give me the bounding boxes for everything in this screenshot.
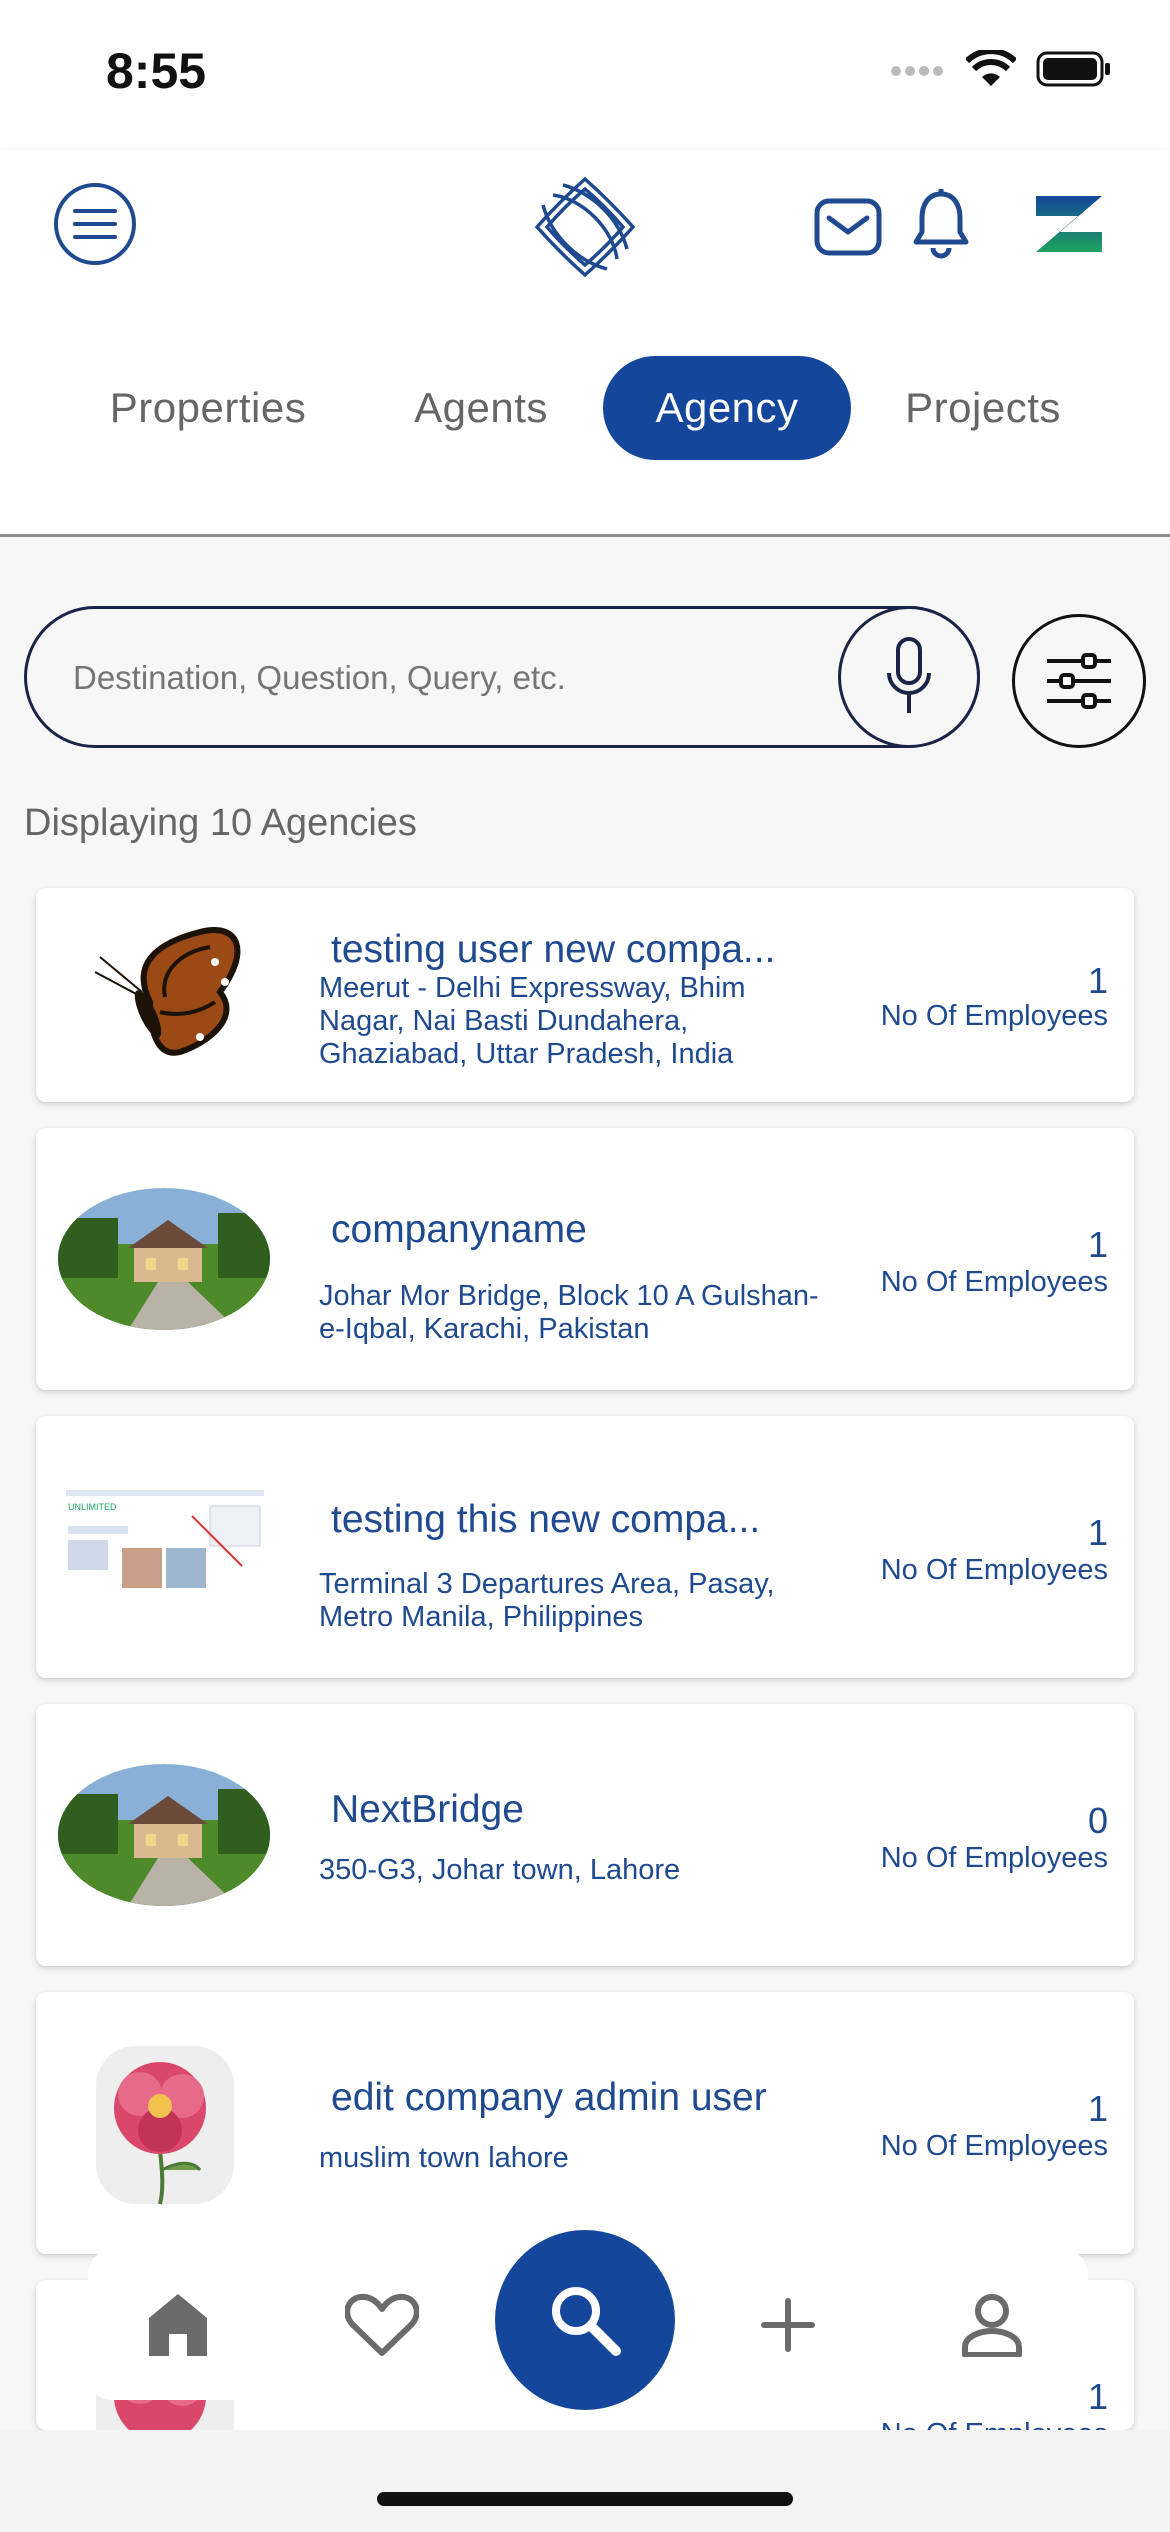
tab-agency[interactable]: Agency (603, 356, 851, 460)
menu-button[interactable] (54, 183, 136, 265)
search-bar (24, 606, 980, 748)
employee-count-label: No Of Employees (881, 2418, 1108, 2430)
agency-name: companyname (331, 1208, 587, 1251)
employee-count-label: No Of Employees (880, 1842, 1108, 1874)
mail-icon[interactable] (814, 198, 882, 256)
agency-logo-flower (96, 2046, 234, 2205)
agency-card[interactable]: NextBridge 350-G3, Johar town, Lahore 0 … (36, 1704, 1134, 1966)
agency-card[interactable]: companyname Johar Mor Bridge, Block 10 A… (36, 1128, 1134, 1390)
employee-count: 1 (1087, 2376, 1108, 2417)
agency-name: NextBridge (331, 1788, 524, 1831)
heart-icon (345, 2293, 419, 2356)
search-input[interactable] (71, 609, 835, 747)
agency-name: testing user new compa... (331, 928, 776, 971)
employee-count: 1 (1087, 1512, 1108, 1553)
bell-icon[interactable] (912, 188, 970, 260)
tab-projects[interactable]: Projects (890, 356, 1076, 460)
hamburger-icon (73, 209, 117, 239)
nav-home[interactable] (118, 2250, 238, 2400)
svg-text:UNLIMITED: UNLIMITED (68, 1502, 117, 1512)
agency-logo-house (58, 1764, 270, 1906)
agency-address: Johar Mor Bridge, Block 10 A Gulshan-e-I… (319, 1280, 819, 1345)
voice-search-button[interactable] (838, 606, 980, 748)
employee-count: 0 (1087, 1800, 1108, 1841)
filter-button[interactable] (1012, 614, 1146, 748)
agency-name: testing this new compa... (331, 1498, 761, 1541)
agency-address: Meerut - Delhi Expressway, Bhim Nagar, N… (319, 972, 746, 1070)
results-count: Displaying 10 Agencies (24, 802, 417, 844)
employee-count-label: No Of Employees (880, 2130, 1108, 2162)
agency-address: 350-G3, Johar town, Lahore (319, 1854, 681, 1886)
brand-z-icon[interactable] (1032, 192, 1106, 258)
agency-card[interactable]: edit company admin user muslim town laho… (36, 1992, 1134, 2254)
tab-agents[interactable]: Agents (400, 356, 562, 460)
bottom-safe-area (0, 2430, 1170, 2532)
app-logo-icon[interactable] (533, 175, 637, 279)
wifi-icon (966, 50, 1016, 86)
employee-count: 1 (1087, 1224, 1108, 1265)
agency-address: Terminal 3 Departures Area, Pasay, Metro… (319, 1568, 775, 1633)
home-indicator[interactable] (377, 2492, 793, 2506)
agency-card[interactable]: testing user new compa... Meerut - Delhi… (36, 888, 1134, 1102)
agency-card[interactable]: UNLIMITED testing this new compa... Term… (36, 1416, 1134, 1678)
microphone-icon (887, 637, 931, 713)
agency-logo-butterfly (94, 927, 241, 1056)
home-icon (149, 2294, 207, 2356)
nav-profile[interactable] (932, 2250, 1052, 2400)
sliders-icon (1047, 653, 1111, 709)
status-icons (890, 50, 1112, 88)
tabs-area: Properties Agents Agency Projects (0, 308, 1170, 537)
app-header (0, 150, 1170, 308)
employee-count-label: No Of Employees (880, 1266, 1108, 1298)
nav-add[interactable] (728, 2250, 848, 2400)
employee-count-label: No Of Employees (880, 1000, 1108, 1032)
agency-name: edit company admin user (331, 2076, 767, 2119)
employee-count: 1 (1087, 960, 1108, 1001)
cellular-signal-icon (891, 66, 943, 76)
agency-address: muslim town lahore (319, 2142, 569, 2174)
plus-icon (761, 2298, 815, 2352)
status-time: 8:55 (106, 43, 207, 99)
tab-properties[interactable]: Properties (98, 356, 318, 460)
search-fab-button[interactable] (495, 2230, 675, 2410)
battery-icon (1036, 51, 1110, 87)
agency-logo-screenshot: UNLIMITED (62, 1486, 268, 1596)
nav-favorites[interactable] (322, 2250, 442, 2400)
employee-count: 1 (1087, 2088, 1108, 2129)
employee-count-label: No Of Employees (880, 1554, 1108, 1586)
search-icon (552, 2287, 621, 2356)
agency-logo-house (58, 1188, 270, 1330)
profile-icon (962, 2294, 1022, 2357)
status-bar: 8:55 (0, 0, 1170, 150)
